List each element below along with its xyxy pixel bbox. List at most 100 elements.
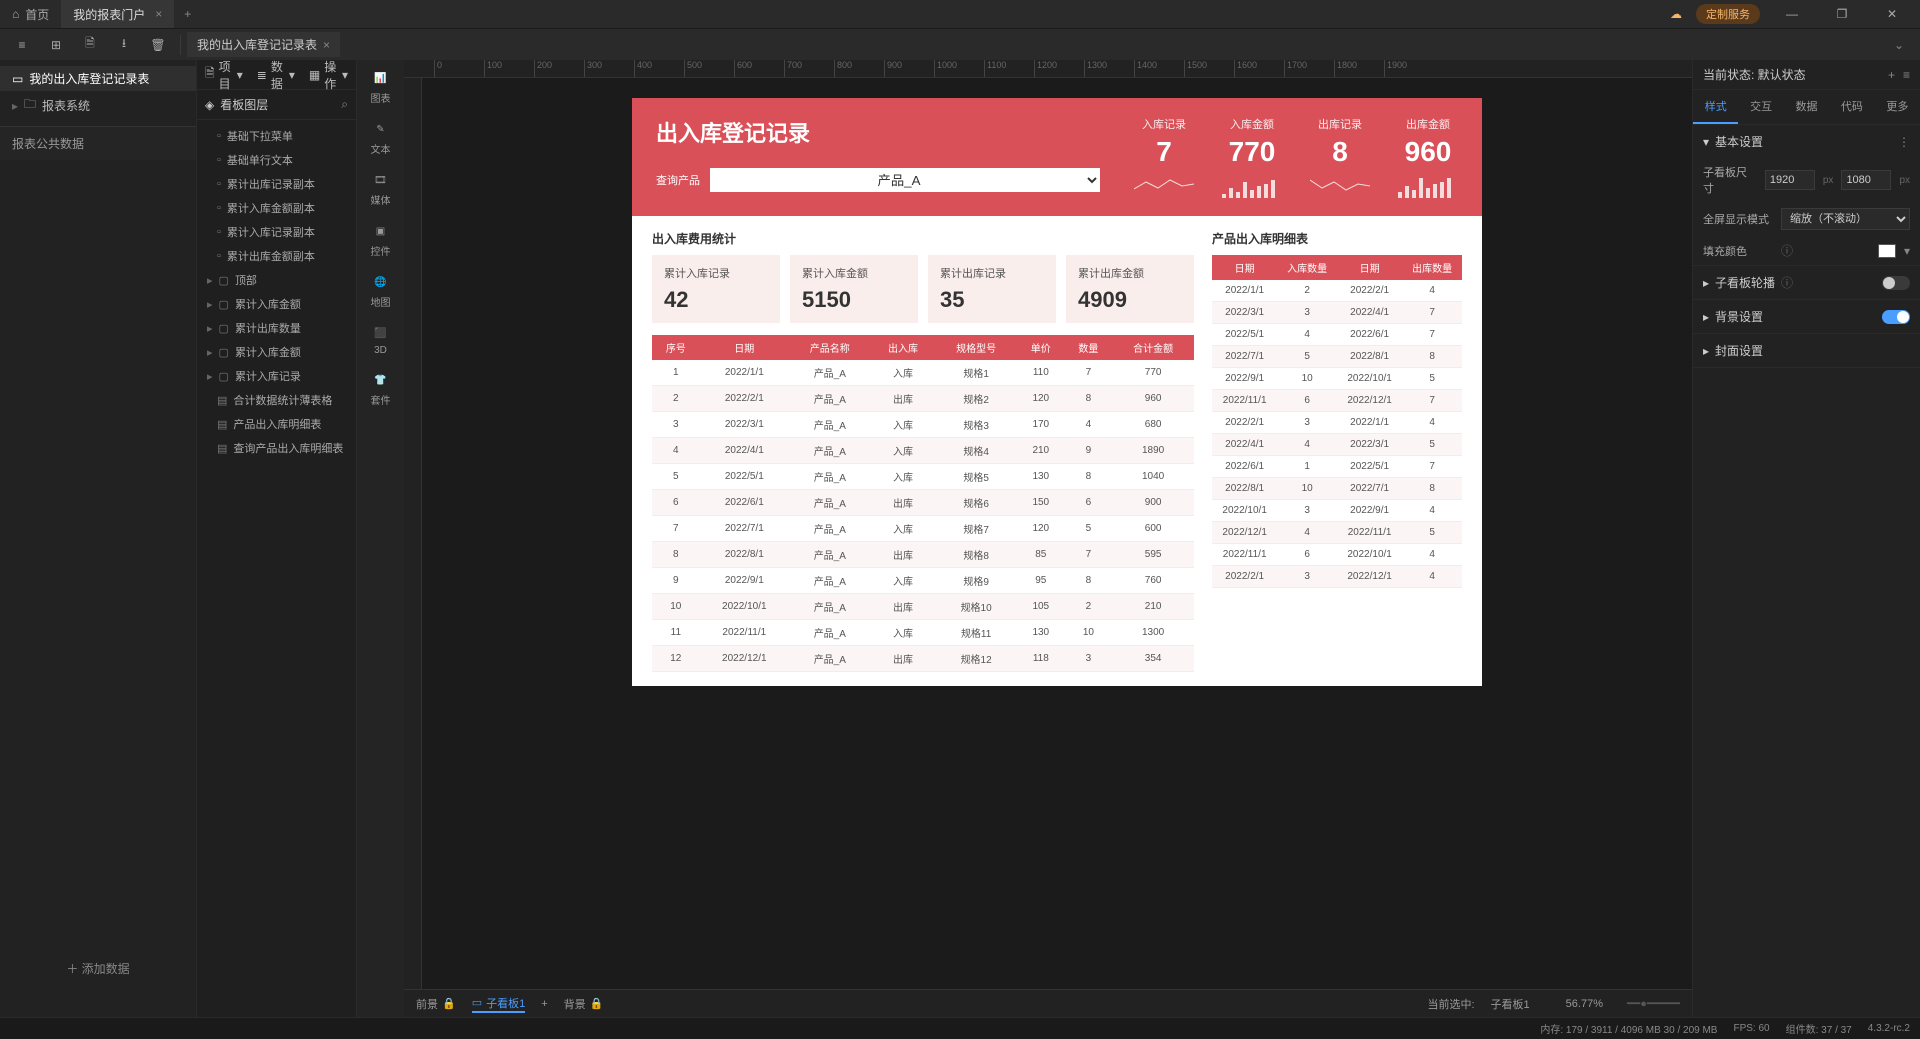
- layer-item[interactable]: ▫基础下拉菜单: [197, 124, 356, 148]
- custom-service-badge[interactable]: 定制服务: [1696, 4, 1760, 24]
- prop-tab[interactable]: 样式: [1693, 90, 1738, 124]
- table-cell: 2022/10/1: [1337, 544, 1402, 566]
- download-icon[interactable]: ⭳: [108, 31, 140, 59]
- table-cell: 110: [1017, 360, 1065, 386]
- table-cell: 130: [1017, 464, 1065, 490]
- fullscreen-mode-select[interactable]: 缩放（不滚动）: [1781, 208, 1910, 230]
- add-data-button[interactable]: ＋ 添加数据: [0, 920, 196, 1017]
- layer-item[interactable]: ▫累计入库金额副本: [197, 196, 356, 220]
- table-cell: 1: [652, 360, 700, 386]
- basic-settings-header[interactable]: ▾ 基本设置 ⋮: [1693, 125, 1920, 158]
- folder-add-icon[interactable]: ⊞: [40, 31, 72, 59]
- layer-group[interactable]: ▸▢累计入库金额: [197, 292, 356, 316]
- cover-header[interactable]: ▸ 封面设置: [1693, 334, 1920, 367]
- color-swatch[interactable]: [1878, 244, 1896, 258]
- ops-menu[interactable]: ▦操作▾: [309, 58, 348, 92]
- canvas[interactable]: 出入库登记记录 查询产品 产品_A 入库记录7入库金额770出库记录8出库金额9…: [422, 78, 1692, 989]
- prop-tab[interactable]: 交互: [1738, 90, 1783, 124]
- layer-group[interactable]: ▸▢累计出库数量: [197, 316, 356, 340]
- layer-group[interactable]: ▸▢顶部: [197, 268, 356, 292]
- palette-ctrl[interactable]: ▣控件: [371, 221, 391, 258]
- menu-icon[interactable]: ≡: [6, 31, 38, 59]
- layer-item[interactable]: ▤查询产品出入库明细表: [197, 436, 356, 460]
- search-icon[interactable]: ⌕: [341, 97, 348, 112]
- subboard-label: 子看板1: [486, 995, 525, 1011]
- table-row: 92022/9/1产品_A入库规格9958760: [652, 568, 1194, 594]
- table-row: 12022/1/1产品_A入库规格11107770: [652, 360, 1194, 386]
- chevron-down-icon[interactable]: ▾: [1904, 244, 1910, 258]
- subboard-tab[interactable]: ▭ 子看板1: [472, 995, 526, 1013]
- prop-tab[interactable]: 代码: [1829, 90, 1874, 124]
- carousel-label: 子看板轮播: [1715, 274, 1775, 291]
- tab-add[interactable]: +: [174, 7, 201, 21]
- carousel-header[interactable]: ▸ 子看板轮播 ⓘ: [1693, 266, 1920, 299]
- project-menu[interactable]: 🗎项目▾: [205, 58, 243, 92]
- table-cell: 170: [1017, 412, 1065, 438]
- layer-item[interactable]: ▤产品出入库明细表: [197, 412, 356, 436]
- map-icon: 🌐: [371, 272, 391, 292]
- tab-home[interactable]: ⌂ 首页: [0, 0, 61, 28]
- trash-icon[interactable]: 🗑: [142, 31, 174, 59]
- database-icon: ≣: [257, 68, 267, 82]
- layer-item[interactable]: ▫累计出库记录副本: [197, 172, 356, 196]
- prop-tab[interactable]: 数据: [1784, 90, 1829, 124]
- table-cell: 2022/5/1: [1337, 456, 1402, 478]
- layer-group[interactable]: ▸▢累计入库记录: [197, 364, 356, 388]
- palette-map[interactable]: 🌐地图: [371, 272, 391, 309]
- layer-item[interactable]: ▫基础单行文本: [197, 148, 356, 172]
- table-cell: 2022/4/1: [1337, 302, 1402, 324]
- palette-3d[interactable]: ⬛3D: [371, 323, 391, 356]
- fg-tab[interactable]: 前景 🔒: [416, 996, 456, 1012]
- layer-group[interactable]: ▸▢累计入库金额: [197, 340, 356, 364]
- layer-label: 产品出入库明细表: [233, 416, 321, 432]
- tree-item-label: 我的出入库登记记录表: [29, 70, 149, 87]
- table-cell: 2022/3/1: [1337, 434, 1402, 456]
- table-row: 32022/3/1产品_A入库规格31704680: [652, 412, 1194, 438]
- zoom-slider[interactable]: ━━●━━━━━: [1627, 997, 1680, 1010]
- tree-item-folder[interactable]: ▸ 🗀 报表系统: [0, 91, 196, 120]
- version-label: 4.3.2-rc.2: [1868, 1023, 1910, 1034]
- table-cell: 5: [1402, 368, 1462, 390]
- table-cell: 入库: [871, 438, 936, 464]
- dashboard-title: 出入库登记记录: [656, 116, 886, 148]
- add-board-tab[interactable]: +: [541, 998, 547, 1010]
- data-menu[interactable]: ≣数据▾: [257, 58, 295, 92]
- bg-header[interactable]: ▸ 背景设置: [1693, 300, 1920, 333]
- close-icon[interactable]: ×: [155, 7, 162, 21]
- collapse-toggle-icon[interactable]: ⌄: [1884, 38, 1914, 52]
- table-cell: 960: [1112, 386, 1194, 412]
- file-add-icon[interactable]: 🗎: [74, 31, 106, 59]
- tab-portal[interactable]: 我的报表门户 ×: [61, 0, 174, 28]
- close-icon[interactable]: ×: [323, 38, 330, 52]
- layer-item[interactable]: ▤合计数据统计薄表格: [197, 388, 356, 412]
- cloud-icon[interactable]: ☁: [1670, 7, 1682, 21]
- more-icon[interactable]: ≡: [1903, 68, 1910, 82]
- height-input[interactable]: [1841, 170, 1891, 190]
- carousel-toggle[interactable]: [1882, 276, 1910, 290]
- query-product-select[interactable]: 产品_A: [710, 168, 1100, 192]
- maximize-button[interactable]: ❐: [1824, 7, 1860, 21]
- chart-icon: 📊: [371, 68, 391, 88]
- tree-item-file[interactable]: ▭ 我的出入库登记记录表: [0, 66, 196, 91]
- table-cell: 2022/9/1: [700, 568, 789, 594]
- stat-card: 累计入库记录42: [652, 255, 780, 323]
- table-cell: 8: [1065, 386, 1113, 412]
- close-window-button[interactable]: ✕: [1874, 7, 1910, 21]
- file-subtab[interactable]: 我的出入库登记记录表 ×: [187, 32, 340, 57]
- palette-text[interactable]: ✎文本: [371, 119, 391, 156]
- bg-tab[interactable]: 背景 🔒: [564, 996, 604, 1012]
- minimize-button[interactable]: —: [1774, 7, 1810, 21]
- add-state-icon[interactable]: +: [1888, 68, 1895, 82]
- layer-item[interactable]: ▫累计入库记录副本: [197, 220, 356, 244]
- palette-suite[interactable]: 👕套件: [371, 370, 391, 407]
- bg-toggle[interactable]: [1882, 310, 1910, 324]
- prop-tab[interactable]: 更多: [1875, 90, 1920, 124]
- palette-chart[interactable]: 📊图表: [371, 68, 391, 105]
- kpi-card: 出库金额960: [1398, 116, 1458, 198]
- more-icon[interactable]: ⋮: [1898, 135, 1910, 149]
- width-input[interactable]: [1765, 170, 1815, 190]
- table-icon: ▤: [217, 394, 227, 407]
- zoom-label: 56.77%: [1566, 998, 1603, 1010]
- layer-item[interactable]: ▫累计出库金额副本: [197, 244, 356, 268]
- palette-media[interactable]: 🎞媒体: [371, 170, 391, 207]
